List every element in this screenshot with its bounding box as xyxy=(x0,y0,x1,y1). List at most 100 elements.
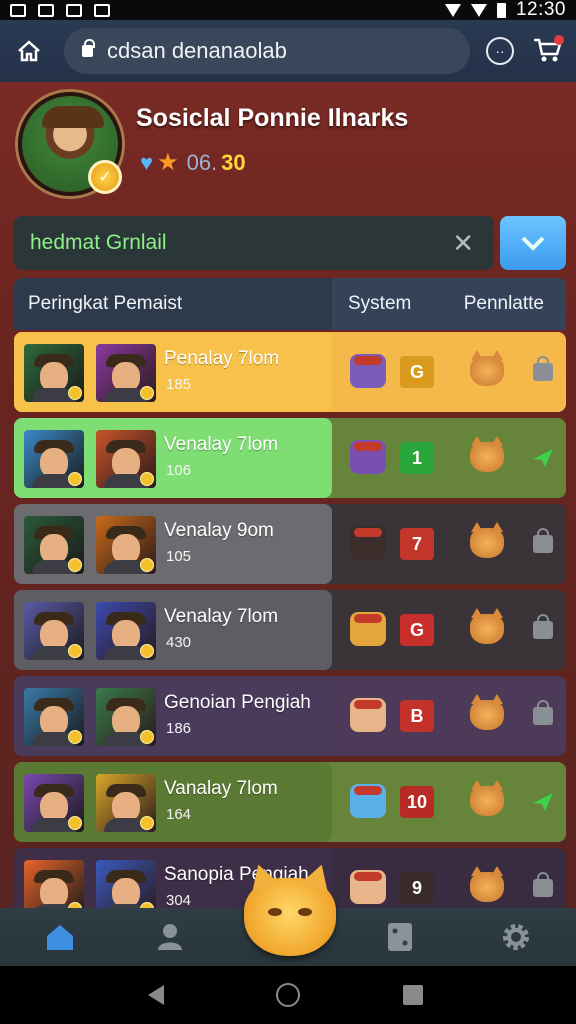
lock-icon[interactable] xyxy=(530,700,556,728)
gear-icon[interactable] xyxy=(496,918,536,956)
system-nav xyxy=(0,966,576,1024)
header-pennlatte[interactable]: Pennlatte xyxy=(464,293,544,315)
rank-badge: G xyxy=(400,356,434,388)
home-circle-icon[interactable] xyxy=(276,983,300,1007)
rank-badge: B xyxy=(400,700,434,732)
mascot-icon xyxy=(470,350,504,386)
mascot-icon xyxy=(470,522,504,558)
clear-icon[interactable]: ✕ xyxy=(452,228,474,259)
row-player[interactable]: Venalay 7lom 430 xyxy=(14,590,332,670)
system-icon xyxy=(350,354,386,388)
battery-icon xyxy=(496,2,506,18)
search-value: hedmat Grnlail xyxy=(30,231,167,254)
lock-icon[interactable] xyxy=(530,614,556,642)
wifi-icon xyxy=(444,3,461,17)
player-score: 430 xyxy=(166,634,192,651)
coin-icon xyxy=(68,644,82,658)
player-portrait xyxy=(96,516,156,574)
row-stats: G xyxy=(332,332,566,412)
player-name: Venalay 9om xyxy=(164,520,274,541)
player-score: 186 xyxy=(166,720,192,737)
rank-badge: 7 xyxy=(400,528,434,560)
clock: 12:30 xyxy=(515,0,566,20)
coin-icon xyxy=(140,472,154,486)
signal-icon xyxy=(470,3,487,17)
system-icon xyxy=(350,440,386,474)
coin-icon xyxy=(68,386,82,400)
rank-badge: 1 xyxy=(400,442,434,474)
url-bar[interactable]: cdsan denanaolab xyxy=(64,28,470,74)
player-portrait xyxy=(96,430,156,488)
home-icon[interactable] xyxy=(40,918,80,956)
coin-icon xyxy=(140,644,154,658)
row-stats: 7 xyxy=(332,504,566,584)
table-row[interactable]: Venalay 9om 105 7 xyxy=(14,504,566,584)
header-columns: System Pennlatte xyxy=(332,278,566,330)
header-system[interactable]: System xyxy=(348,293,411,315)
table-row[interactable]: Venalay 7lom 430 G xyxy=(14,590,566,670)
row-player[interactable]: Genoian Pengiah 186 xyxy=(14,676,332,756)
player-score: 106 xyxy=(166,462,192,479)
profile-stats: ♥ ★ 06. 30 xyxy=(140,148,246,177)
coin-icon xyxy=(68,558,82,572)
mascot-eye xyxy=(298,908,312,916)
lock-icon xyxy=(82,39,95,57)
table-row[interactable]: Penalay 7lom 185 G xyxy=(14,332,566,412)
profile-name: Sosiclal Ponnie Ilnarks xyxy=(136,104,409,132)
home-icon[interactable] xyxy=(12,34,46,68)
player-portrait xyxy=(24,774,84,832)
table-row[interactable]: Genoian Pengiah 186 B xyxy=(14,676,566,756)
search-input[interactable]: hedmat Grnlail ✕ xyxy=(14,216,494,270)
stat-a: 06. xyxy=(186,149,218,175)
lock-icon[interactable] xyxy=(530,528,556,556)
back-icon[interactable] xyxy=(148,985,164,1005)
player-score: 164 xyxy=(166,806,192,823)
row-player[interactable]: Venalay 9om 105 xyxy=(14,504,332,584)
lock-icon[interactable] xyxy=(530,872,556,900)
search-row: hedmat Grnlail ✕ xyxy=(14,216,566,270)
mascot-eye xyxy=(268,908,282,916)
hat-graphic xyxy=(42,106,104,128)
stat-b: 30 xyxy=(221,149,246,175)
player-name: Venalay 7lom xyxy=(164,434,279,455)
player-score: 304 xyxy=(166,892,192,909)
mascot-icon xyxy=(470,608,504,644)
player-portrait xyxy=(24,344,84,402)
lock-icon[interactable] xyxy=(530,356,556,384)
table-row[interactable]: Vanalay 7lom 164 10 xyxy=(14,762,566,842)
system-icon xyxy=(350,526,386,560)
row-player[interactable]: Venalay 7lom 106 xyxy=(14,418,332,498)
row-player[interactable]: Penalay 7lom 185 xyxy=(14,332,332,412)
player-portrait xyxy=(96,688,156,746)
header-ranking: Peringkat Pemaist xyxy=(28,293,183,314)
coin-icon xyxy=(140,730,154,744)
mascot-icon xyxy=(470,436,504,472)
profile-header: ✓ Sosiclal Ponnie Ilnarks ♥ ★ 06. 30 xyxy=(18,92,558,202)
system-icon xyxy=(350,784,386,818)
card-icon[interactable] xyxy=(380,918,420,956)
submit-button[interactable] xyxy=(500,216,566,270)
face-icon[interactable]: ·· xyxy=(486,37,514,65)
check-icon[interactable] xyxy=(530,790,556,814)
player-portrait xyxy=(24,602,84,660)
notification-icon xyxy=(38,3,54,17)
gem-icon: ♥ xyxy=(140,149,154,175)
player-name: Vanalay 7lom xyxy=(164,778,278,799)
rank-badge: 9 xyxy=(400,872,434,904)
check-icon[interactable] xyxy=(530,446,556,470)
row-stats: 1 xyxy=(332,418,566,498)
row-stats: G xyxy=(332,590,566,670)
coin-icon xyxy=(68,816,82,830)
system-icon xyxy=(350,870,386,904)
mascot-button[interactable] xyxy=(244,878,336,956)
table-row[interactable]: Venalay 7lom 106 1 xyxy=(14,418,566,498)
system-icon xyxy=(350,698,386,732)
user-icon[interactable] xyxy=(150,918,190,956)
row-player[interactable]: Vanalay 7lom 164 xyxy=(14,762,332,842)
player-name: Venalay 7lom xyxy=(164,606,279,627)
player-portrait xyxy=(96,602,156,660)
avatar[interactable]: ✓ xyxy=(18,92,122,196)
rank-badge: 10 xyxy=(400,786,434,818)
recents-icon[interactable] xyxy=(403,985,423,1005)
cart-icon[interactable] xyxy=(532,35,564,65)
